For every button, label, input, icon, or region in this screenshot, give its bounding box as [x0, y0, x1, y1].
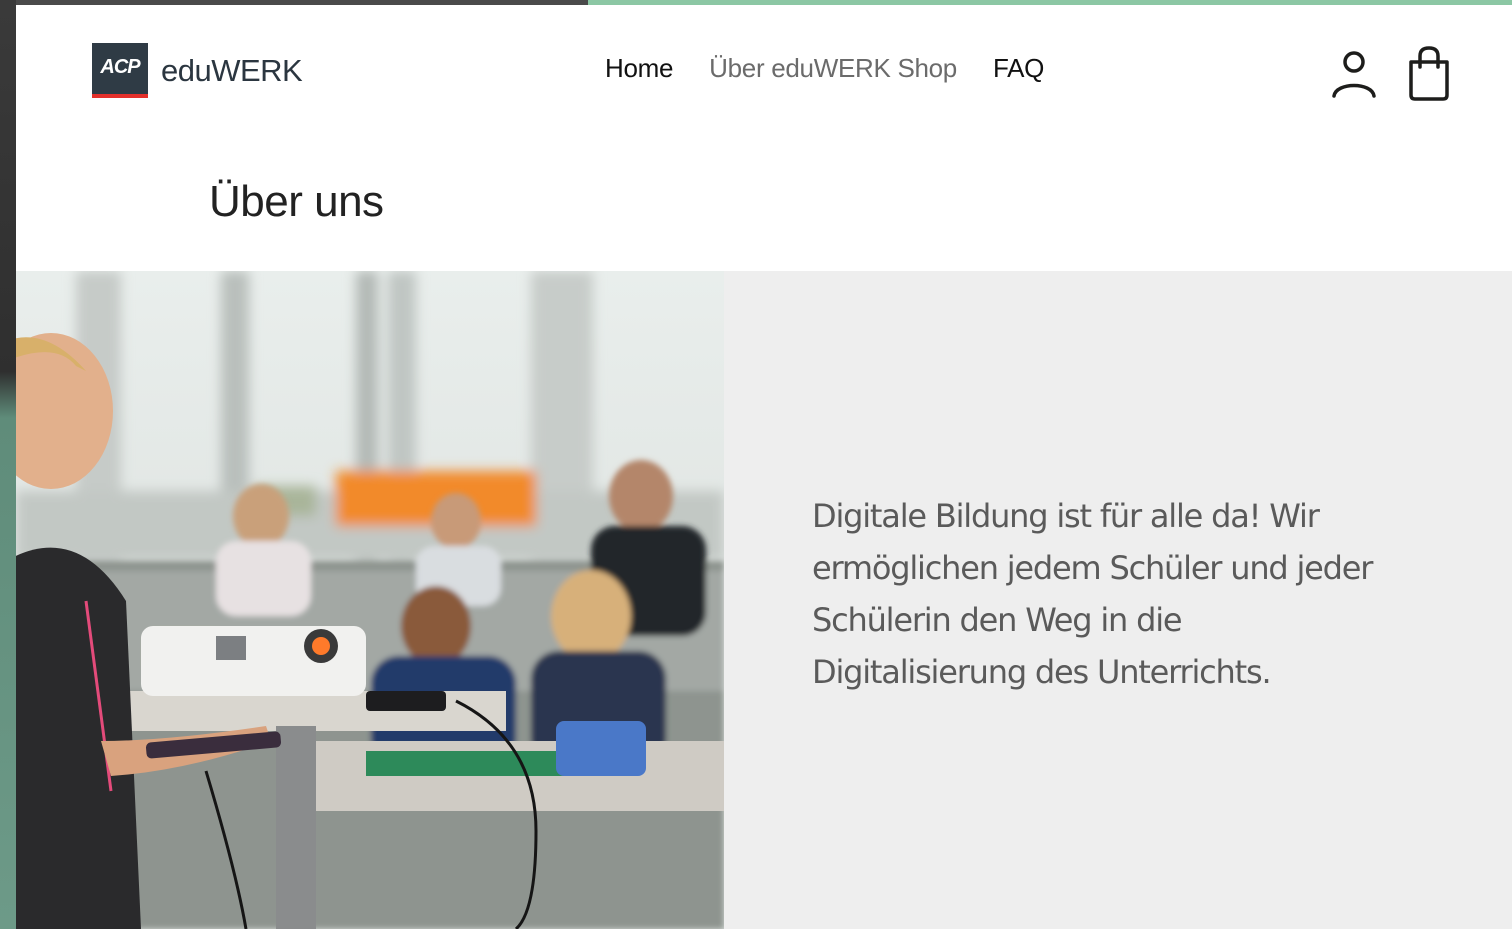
- classroom-photo: [16, 271, 724, 929]
- nav-faq[interactable]: FAQ: [993, 53, 1044, 84]
- nav-about-shop[interactable]: Über eduWERK Shop: [709, 53, 957, 84]
- brand-logo[interactable]: ACP eduWERK: [92, 43, 303, 98]
- brand-name: eduWERK: [161, 52, 303, 88]
- main-nav: Home Über eduWERK Shop FAQ: [605, 53, 1044, 84]
- user-account-icon[interactable]: [1330, 48, 1378, 103]
- logo-mark-text: ACP: [100, 56, 140, 78]
- intro-panel: Digitale Bildung ist für alle da! Wir er…: [724, 271, 1512, 929]
- site-header: ACP eduWERK Home Über eduWERK Shop FAQ: [16, 5, 1512, 125]
- intro-text: Digitale Bildung ist für alle da! Wir er…: [812, 497, 1373, 691]
- acp-logo-mark: ACP: [92, 43, 148, 98]
- page: ACP eduWERK Home Über eduWERK Shop FAQ Ü…: [16, 5, 1512, 929]
- shopping-bag-icon[interactable]: [1406, 45, 1452, 106]
- background-edge: [0, 0, 16, 929]
- page-title: Über uns: [209, 177, 384, 226]
- nav-home[interactable]: Home: [605, 53, 673, 84]
- header-actions: [1330, 45, 1452, 106]
